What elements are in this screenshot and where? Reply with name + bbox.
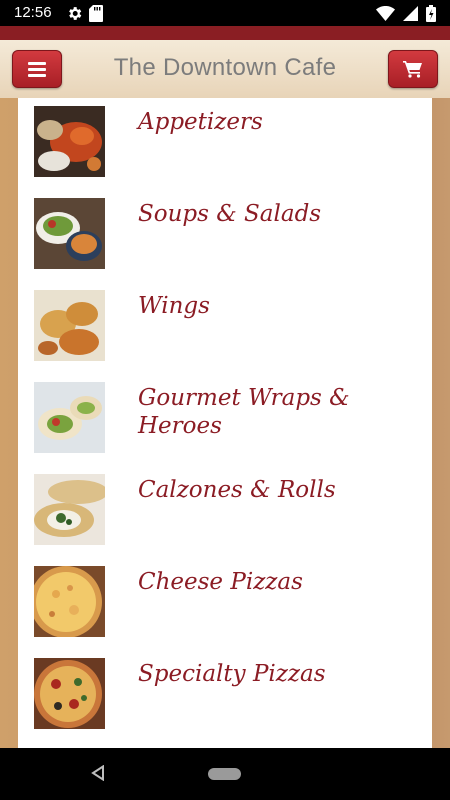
category-item-specialty-pizzas[interactable]: Specialty Pizzas <box>18 650 432 742</box>
status-bar: 12:56 <box>0 0 450 26</box>
battery-icon <box>426 5 436 22</box>
category-label: Soups & Salads <box>138 201 322 227</box>
home-icon[interactable] <box>208 768 241 780</box>
gear-icon <box>69 7 82 20</box>
category-label: Gourmet Wraps & Heroes <box>138 385 350 439</box>
appetizers-photo <box>34 106 105 177</box>
calzones-rolls-photo <box>34 474 105 545</box>
header-accent-strip <box>0 26 450 40</box>
category-label: Appetizers <box>138 109 263 135</box>
wings-photo <box>34 290 105 361</box>
category-item-wraps-heroes[interactable]: Gourmet Wraps & Heroes <box>18 374 432 466</box>
back-icon[interactable] <box>91 765 105 781</box>
category-item-appetizers[interactable]: Appetizers <box>18 98 432 190</box>
app-content: The Downtown Cafe Appetizers Soups & Sal… <box>0 26 450 748</box>
status-time: 12:56 <box>14 4 52 21</box>
wraps-heroes-photo <box>34 382 105 453</box>
cheese-pizza-photo <box>34 566 105 637</box>
sd-card-icon <box>89 5 103 22</box>
category-label: Wings <box>138 293 210 319</box>
category-item-soups-salads[interactable]: Soups & Salads <box>18 190 432 282</box>
category-item-cheese-pizzas[interactable]: Cheese Pizzas <box>18 558 432 650</box>
category-label: Cheese Pizzas <box>138 569 303 595</box>
specialty-pizza-photo <box>34 658 105 729</box>
cart-icon <box>403 61 422 78</box>
system-nav-bar <box>0 748 450 800</box>
soups-salads-photo <box>34 198 105 269</box>
page-title: The Downtown Cafe <box>113 54 337 81</box>
category-list: Appetizers Soups & Salads Wings Gourmet … <box>18 98 432 748</box>
cart-button[interactable] <box>388 50 438 88</box>
signal-icon <box>403 6 418 21</box>
category-item-calzones-rolls[interactable]: Calzones & Rolls <box>18 466 432 558</box>
category-item-wings[interactable]: Wings <box>18 282 432 374</box>
category-label: Calzones & Rolls <box>138 477 336 503</box>
hamburger-icon <box>28 61 46 77</box>
app-header: The Downtown Cafe <box>0 40 450 98</box>
wifi-icon <box>376 6 395 21</box>
menu-button[interactable] <box>12 50 62 88</box>
category-label: Specialty Pizzas <box>138 661 326 687</box>
